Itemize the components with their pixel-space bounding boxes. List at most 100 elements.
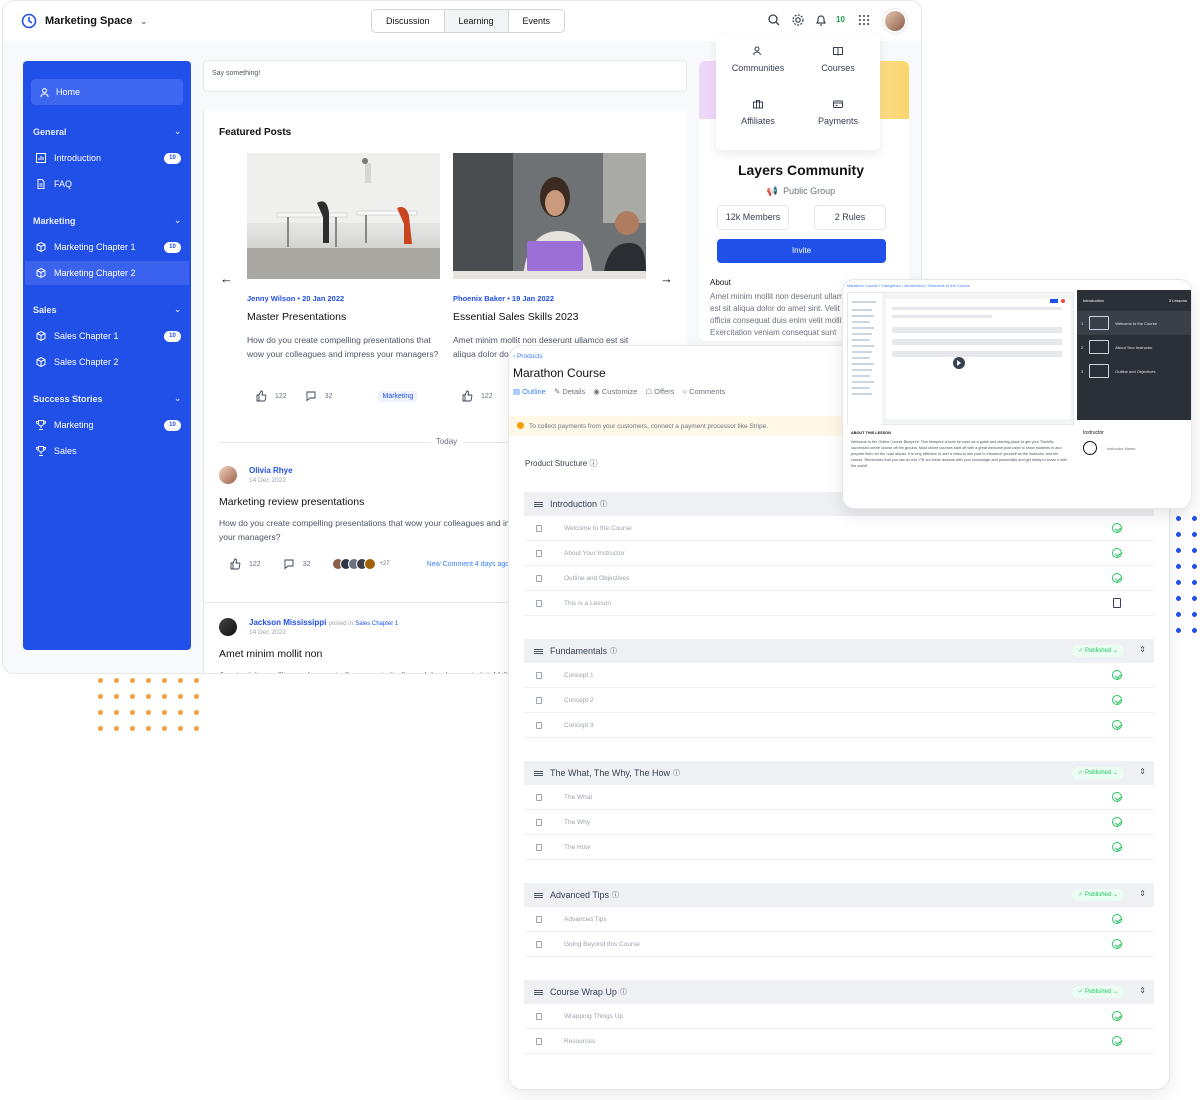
menu-item-communities[interactable]: Communities bbox=[718, 45, 798, 73]
sidebar-item[interactable]: Marketing Chapter 2 bbox=[25, 261, 189, 285]
drag-handle-icon[interactable] bbox=[534, 648, 543, 654]
post-title[interactable]: Amet minim mollit non bbox=[219, 648, 322, 660]
published-status[interactable]: ✓ Published ⌄ bbox=[1072, 986, 1124, 998]
author-name[interactable]: Jackson Mississippi bbox=[249, 618, 326, 627]
user-avatar[interactable] bbox=[883, 9, 907, 33]
tab-details[interactable]: ✎ Details bbox=[554, 387, 585, 396]
author-name[interactable]: Olivia Rhye bbox=[249, 466, 293, 475]
published-status[interactable]: ✓ Published ⌄ bbox=[1072, 767, 1124, 779]
space-switcher[interactable]: Marketing Space ⌄ bbox=[21, 9, 147, 33]
sidebar-item-label: Sales Chapter 2 bbox=[54, 357, 119, 367]
lesson-row[interactable]: About Your Instructor bbox=[524, 541, 1154, 566]
sidebar-item[interactable]: Marketing 10 bbox=[25, 413, 189, 437]
tab-discussion[interactable]: Discussion bbox=[372, 10, 445, 32]
like-icon[interactable] bbox=[255, 390, 267, 402]
drag-handle-icon[interactable] bbox=[534, 892, 543, 898]
sidebar-item[interactable]: Sales Chapter 1 10 bbox=[25, 324, 189, 348]
apps-grid-icon[interactable] bbox=[857, 13, 871, 27]
published-status[interactable]: ✓ Published ⌄ bbox=[1072, 889, 1124, 901]
rules-count[interactable]: 2 Rules bbox=[814, 205, 886, 230]
bell-icon[interactable] bbox=[814, 13, 828, 27]
tab-events[interactable]: Events bbox=[508, 10, 565, 32]
new-comment-link[interactable]: New Comment 4 days ago bbox=[427, 561, 509, 568]
sidebar-item[interactable]: Marketing Chapter 1 10 bbox=[25, 235, 189, 259]
sidebar-item-label: Marketing bbox=[54, 420, 94, 430]
menu-item-courses[interactable]: Courses bbox=[798, 45, 878, 73]
course-title: Marathon Course bbox=[513, 366, 606, 380]
expand-collapse-icon[interactable]: ⇕ bbox=[1139, 889, 1146, 898]
drag-handle-icon[interactable] bbox=[534, 501, 543, 507]
post-composer[interactable]: Say something! bbox=[203, 60, 687, 92]
gear-icon[interactable] bbox=[791, 13, 805, 27]
sidebar-item[interactable]: Introduction 10 bbox=[25, 146, 189, 170]
arrow-left-icon[interactable]: ← bbox=[220, 271, 233, 286]
lesson-list-item[interactable]: 2 About Your Instructor bbox=[1077, 335, 1191, 359]
breadcrumb[interactable]: ‹ Products bbox=[513, 353, 543, 360]
members-count[interactable]: 12k Members bbox=[717, 205, 789, 230]
menu-item-payments[interactable]: Payments bbox=[798, 98, 878, 126]
sidebar-item[interactable]: Sales Chapter 2 bbox=[25, 350, 189, 374]
search-icon[interactable] bbox=[767, 13, 781, 27]
participant-avatars[interactable]: +27 bbox=[332, 558, 390, 570]
lesson-list-item[interactable]: 3 Outline and Objectives bbox=[1077, 359, 1191, 383]
lesson-file-icon bbox=[536, 793, 542, 801]
expand-collapse-icon[interactable]: ⇕ bbox=[1139, 986, 1146, 995]
author-avatar[interactable] bbox=[219, 618, 237, 636]
section-header[interactable]: The What, The Why, The How ⓘ ✓ Published ⌄… bbox=[524, 761, 1154, 785]
lesson-title: Outline and Objectives bbox=[564, 574, 630, 582]
like-icon[interactable] bbox=[461, 390, 473, 402]
lesson-row[interactable]: Going Beyond this Course bbox=[524, 932, 1154, 957]
dot bbox=[1192, 516, 1197, 521]
tab-comments[interactable]: ○ Comments bbox=[682, 387, 725, 396]
card-tag[interactable]: Marketing bbox=[378, 390, 418, 402]
expand-collapse-icon[interactable]: ⇕ bbox=[1139, 767, 1146, 776]
sidebar-section-header[interactable]: Success Stories ⌄ bbox=[33, 394, 183, 404]
section-header[interactable]: Advanced Tips ⓘ ✓ Published ⌄ ⇕ bbox=[524, 883, 1154, 907]
featured-card[interactable]: Jenny Wilson • 20 Jan 2022 Master Presen… bbox=[247, 153, 440, 402]
lesson-row[interactable]: Welcome to the Course bbox=[524, 516, 1154, 541]
lesson-row[interactable]: Wrapping Things Up bbox=[524, 1004, 1154, 1029]
lesson-row[interactable]: Resources bbox=[524, 1029, 1154, 1054]
lesson-row[interactable]: Outline and Objectives bbox=[524, 566, 1154, 591]
lesson-row[interactable]: Concept 2 bbox=[524, 688, 1154, 713]
channel-link[interactable]: Sales Chapter 1 bbox=[355, 621, 398, 627]
drag-handle-icon[interactable] bbox=[534, 989, 543, 995]
card-title[interactable]: Essential Sales Skills 2023 bbox=[453, 311, 646, 323]
sidebar-item-label: Marketing Chapter 1 bbox=[54, 242, 136, 252]
comment-icon[interactable] bbox=[283, 558, 295, 570]
section-header[interactable]: Fundamentals ⓘ ✓ Published ⌄ ⇕ bbox=[524, 639, 1154, 663]
published-status[interactable]: ✓ Published ⌄ bbox=[1072, 645, 1124, 657]
like-icon[interactable] bbox=[229, 558, 241, 570]
author-avatar[interactable] bbox=[219, 466, 237, 484]
lesson-breadcrumb[interactable]: Marathon Course / Categories / Introduct… bbox=[847, 283, 970, 288]
clipboard-icon[interactable] bbox=[1113, 598, 1121, 608]
sidebar-item[interactable]: FAQ bbox=[25, 172, 189, 196]
sidebar-section-header[interactable]: General ⌄ bbox=[33, 127, 183, 137]
arrow-right-icon[interactable]: → bbox=[660, 271, 673, 286]
lesson-row[interactable]: The Why bbox=[524, 810, 1154, 835]
lesson-row[interactable]: Concept 3 bbox=[524, 713, 1154, 738]
card-title[interactable]: Master Presentations bbox=[247, 311, 440, 323]
sidebar-item-home[interactable]: Home bbox=[31, 79, 183, 105]
lesson-row[interactable]: Advanced Tips bbox=[524, 907, 1154, 932]
tab-learning[interactable]: Learning bbox=[444, 10, 509, 32]
invite-button[interactable]: Invite bbox=[717, 239, 886, 263]
tab-customize[interactable]: ◉ Customize bbox=[593, 387, 637, 396]
post-title[interactable]: Marketing review presentations bbox=[219, 496, 364, 508]
sidebar-section-header[interactable]: Marketing ⌄ bbox=[33, 216, 183, 226]
tab-offers[interactable]: ☖ Offers bbox=[645, 387, 674, 396]
sidebar-item[interactable]: Sales bbox=[25, 439, 189, 463]
expand-collapse-icon[interactable]: ⇕ bbox=[1139, 645, 1146, 654]
lesson-row[interactable]: The What bbox=[524, 785, 1154, 810]
sidebar-section-header[interactable]: Sales ⌄ bbox=[33, 305, 183, 315]
featured-card[interactable]: Phoenix Baker • 19 Jan 2022 Essential Sa… bbox=[453, 153, 646, 402]
tab-outline[interactable]: ▤ Outline bbox=[513, 387, 546, 396]
lesson-row[interactable]: The How bbox=[524, 835, 1154, 860]
comment-icon[interactable] bbox=[305, 390, 317, 402]
lesson-row[interactable]: Concept 1 bbox=[524, 663, 1154, 688]
menu-item-affiliates[interactable]: Affiliates bbox=[718, 98, 798, 126]
lesson-list-item[interactable]: 1 Welcome to the Course bbox=[1077, 311, 1191, 335]
drag-handle-icon[interactable] bbox=[534, 770, 543, 776]
section-header[interactable]: Course Wrap Up ⓘ ✓ Published ⌄ ⇕ bbox=[524, 980, 1154, 1004]
lesson-row[interactable]: This is a Lesson bbox=[524, 591, 1154, 616]
